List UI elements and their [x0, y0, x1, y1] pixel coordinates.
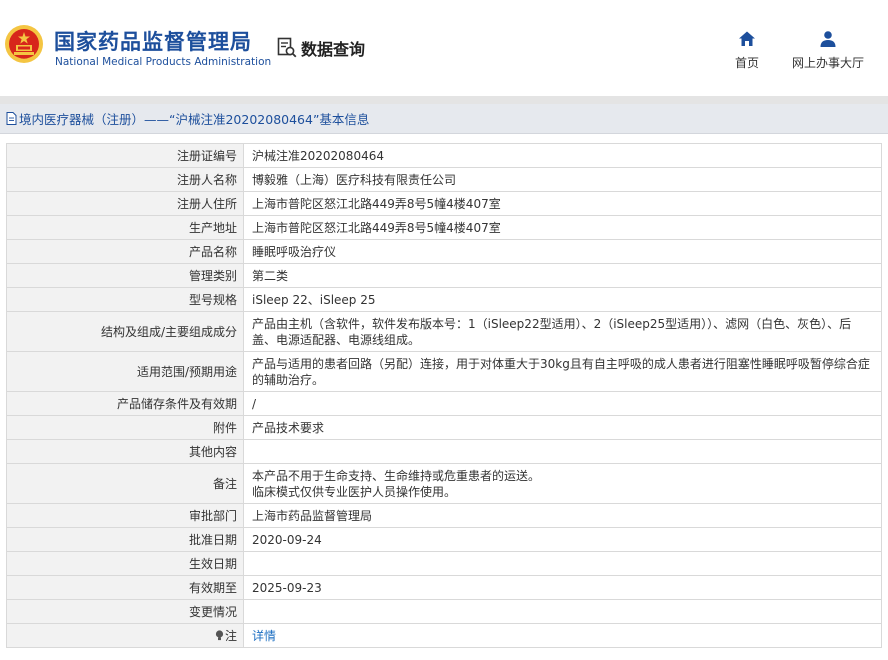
field-label: 批准日期: [6, 527, 244, 552]
table-row: 变更情况: [6, 599, 882, 624]
table-row: 管理类别 第二类: [6, 263, 882, 288]
field-value: 2025-09-23: [243, 575, 882, 600]
nav-online-service-hall[interactable]: 网上办事大厅: [788, 30, 868, 71]
field-value: 博毅雅（上海）医疗科技有限责任公司: [243, 167, 882, 192]
table-row: 产品名称 睡眠呼吸治疗仪: [6, 239, 882, 264]
field-label: 审批部门: [6, 503, 244, 528]
field-value: 本产品不用于生命支持、生命维持或危重患者的运送。 临床模式仅供专业医护人员操作使…: [243, 463, 882, 504]
registration-info-table: 注册证编号 沪械注准20202080464 注册人名称 博毅雅（上海）医疗科技有…: [6, 143, 882, 648]
field-label: 注册证编号: [6, 143, 244, 168]
field-label: 变更情况: [6, 599, 244, 624]
details-link[interactable]: 详情: [252, 629, 276, 643]
field-value: 睡眠呼吸治疗仪: [243, 239, 882, 264]
remark-line-2: 临床模式仅供专业医护人员操作使用。: [252, 484, 457, 499]
site-header: 国家药品监督管理局 National Medical Products Admi…: [0, 0, 888, 96]
field-value: 上海市普陀区怒江北路449弄8号5幢4楼407室: [243, 191, 882, 216]
nav-online-service-hall-label: 网上办事大厅: [791, 56, 864, 70]
table-row: 审批部门 上海市药品监督管理局: [6, 503, 882, 528]
table-row: 适用范围/预期用途 产品与适用的患者回路（另配）连接，用于对体重大于30kg且有…: [6, 351, 882, 392]
header-divider: [0, 96, 888, 104]
field-value: 产品由主机（含软件，软件发布版本号：1（iSleep22型适用）、2（iSlee…: [243, 311, 882, 352]
field-label: 产品储存条件及有效期: [6, 391, 244, 416]
field-label: 备注: [6, 463, 244, 504]
national-emblem-icon: [5, 25, 43, 63]
nav-home[interactable]: 首页: [730, 30, 764, 71]
field-label: 注: [224, 628, 237, 643]
field-value: 上海市普陀区怒江北路449弄8号5幢4楼407室: [243, 215, 882, 240]
field-label: 注册人名称: [6, 167, 244, 192]
field-value: 详情: [243, 623, 882, 648]
field-value: 沪械注准20202080464: [243, 143, 882, 168]
field-value: 产品技术要求: [243, 415, 882, 440]
brand-title-cn: 国家药品监督管理局: [54, 30, 252, 54]
brand-title-en: National Medical Products Administration: [55, 56, 272, 68]
field-value: 产品与适用的患者回路（另配）连接，用于对体重大于30kg且有自主呼吸的成人患者进…: [243, 351, 882, 392]
field-label: 产品名称: [6, 239, 244, 264]
table-row: 注 详情: [6, 623, 882, 648]
table-row: 生效日期: [6, 551, 882, 576]
field-label: 管理类别: [6, 263, 244, 288]
field-value: [243, 599, 882, 624]
field-value: 上海市药品监督管理局: [243, 503, 882, 528]
table-row: 结构及组成/主要组成成分 产品由主机（含软件，软件发布版本号：1（iSleep2…: [6, 311, 882, 352]
data-search-icon: [277, 37, 297, 58]
breadcrumb: 境内医疗器械（注册）——“沪械注准20202080464”基本信息: [0, 104, 888, 134]
field-label: 生效日期: [6, 551, 244, 576]
table-row: 型号规格 iSleep 22、iSleep 25: [6, 287, 882, 312]
field-value: 2020-09-24: [243, 527, 882, 552]
breadcrumb-title: 境内医疗器械（注册）——“沪械注准20202080464”基本信息: [19, 112, 370, 127]
table-row: 备注 本产品不用于生命支持、生命维持或危重患者的运送。 临床模式仅供专业医护人员…: [6, 463, 882, 504]
field-value: [243, 439, 882, 464]
table-row: 生产地址 上海市普陀区怒江北路449弄8号5幢4楼407室: [6, 215, 882, 240]
lightbulb-icon: [215, 629, 224, 640]
field-label: 型号规格: [6, 287, 244, 312]
table-row: 其他内容: [6, 439, 882, 464]
data-query-label: 数据查询: [301, 40, 366, 59]
field-value: iSleep 22、iSleep 25: [243, 287, 882, 312]
user-icon: [820, 31, 836, 47]
field-label: 附件: [6, 415, 244, 440]
field-value: [243, 551, 882, 576]
document-icon: [6, 112, 17, 125]
field-label: 其他内容: [6, 439, 244, 464]
field-label: 有效期至: [6, 575, 244, 600]
nav-home-label: 首页: [734, 56, 759, 70]
note-label-cell: 注: [6, 623, 244, 648]
field-label: 注册人住所: [6, 191, 244, 216]
table-row: 批准日期 2020-09-24: [6, 527, 882, 552]
field-label: 结构及组成/主要组成成分: [6, 311, 244, 352]
data-query-link[interactable]: 数据查询: [277, 36, 365, 60]
table-row: 注册人名称 博毅雅（上海）医疗科技有限责任公司: [6, 167, 882, 192]
field-label: 适用范围/预期用途: [6, 351, 244, 392]
table-row: 注册人住所 上海市普陀区怒江北路449弄8号5幢4楼407室: [6, 191, 882, 216]
home-icon: [739, 31, 755, 46]
field-value: 第二类: [243, 263, 882, 288]
table-row: 附件 产品技术要求: [6, 415, 882, 440]
table-row: 有效期至 2025-09-23: [6, 575, 882, 600]
remark-line-1: 本产品不用于生命支持、生命维持或危重患者的运送。: [252, 468, 541, 483]
field-value: /: [243, 391, 882, 416]
field-label: 生产地址: [6, 215, 244, 240]
table-row: 产品储存条件及有效期 /: [6, 391, 882, 416]
table-row: 注册证编号 沪械注准20202080464: [6, 143, 882, 168]
